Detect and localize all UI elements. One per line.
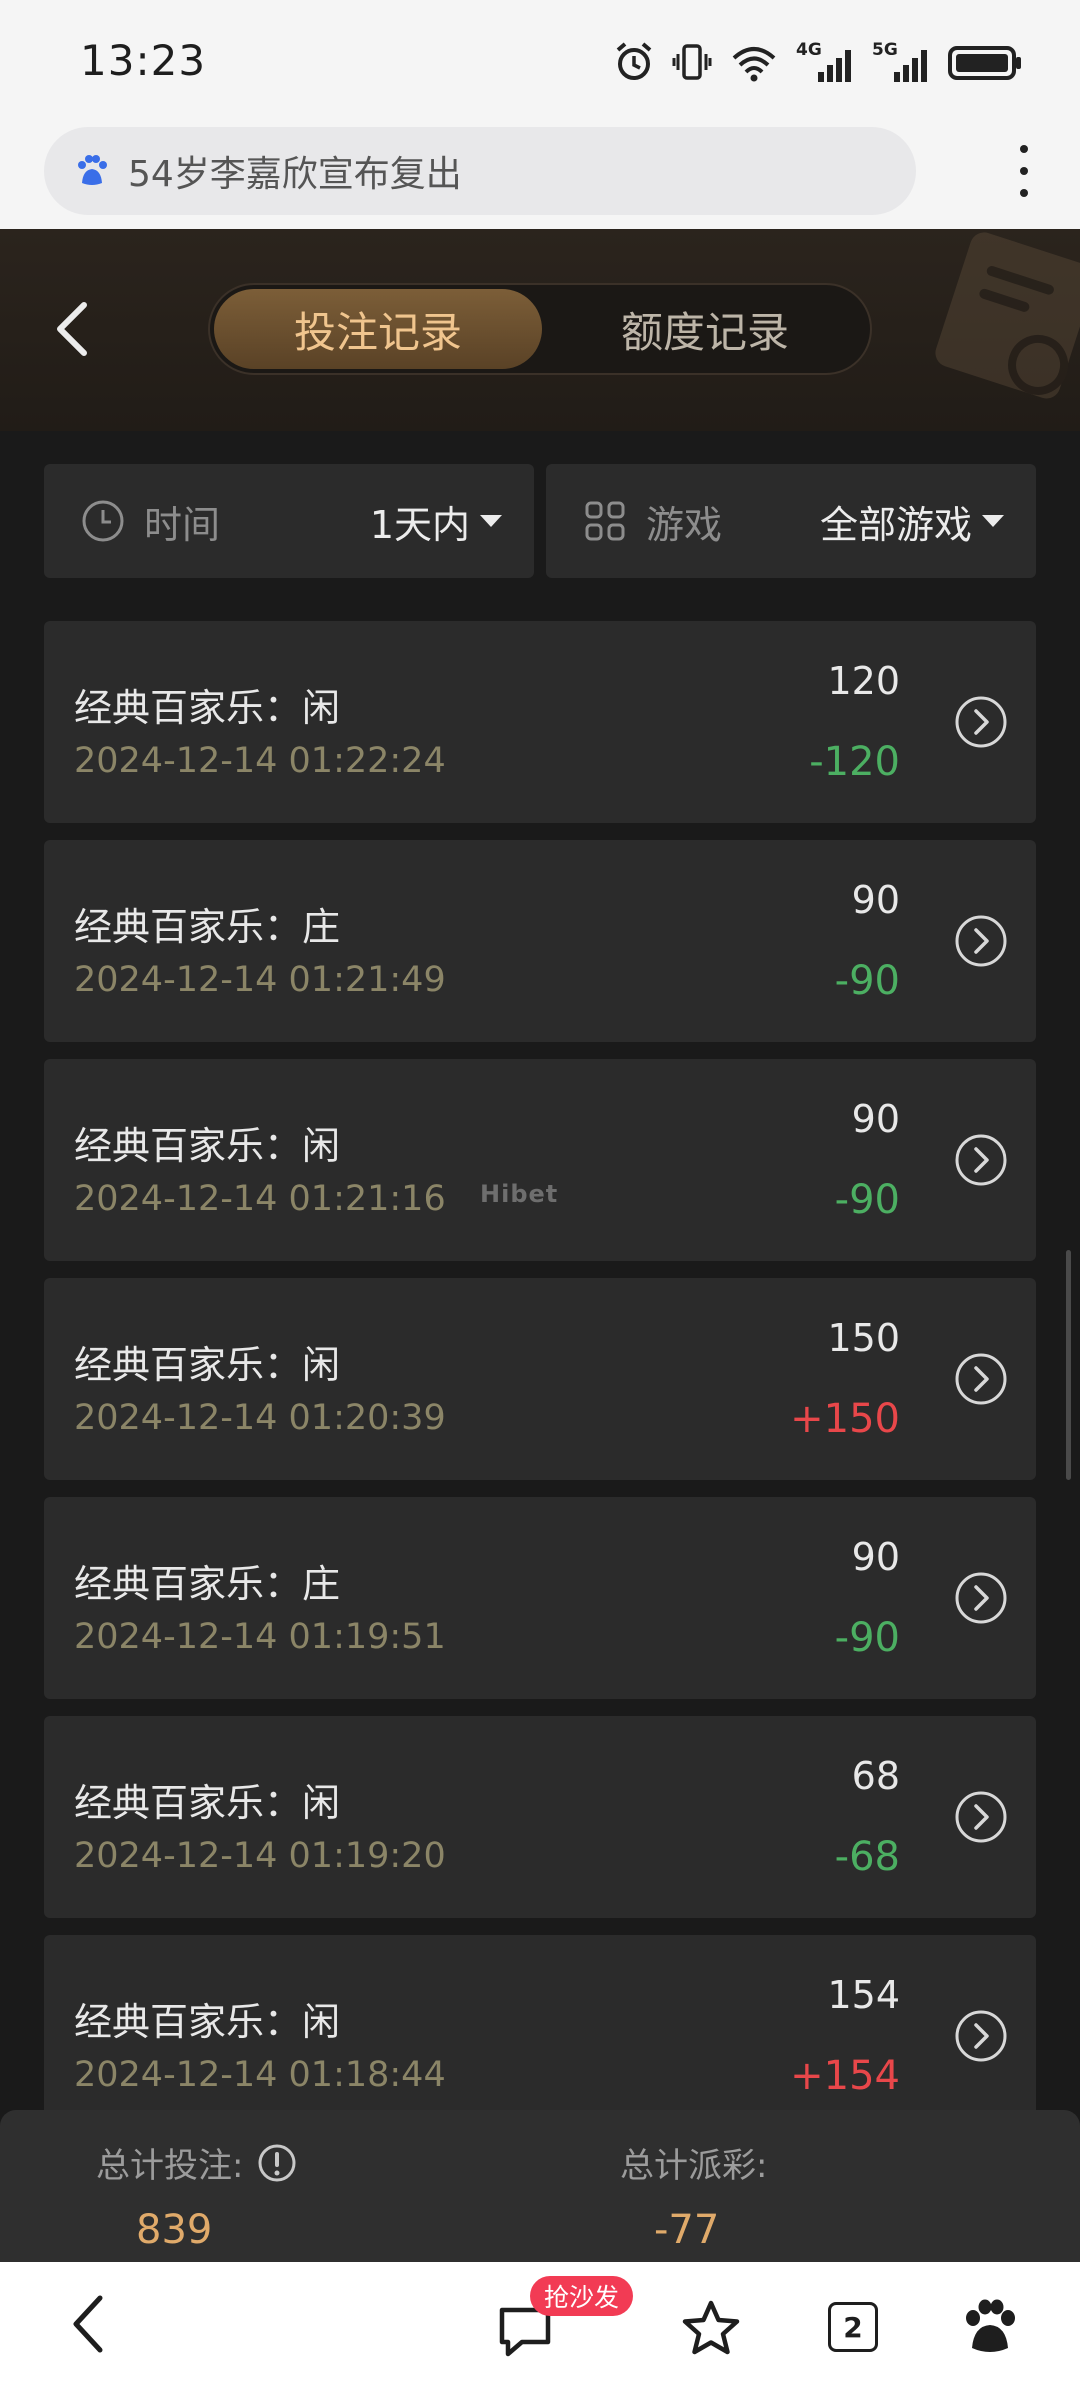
bet-record-row[interactable]: 经典百家乐：庄 2024-12-14 01:19:51 90 -90 [44, 1497, 1036, 1699]
browser-bottom-nav: 抢沙发 2 [0, 2262, 1080, 2388]
battery-icon [948, 46, 1021, 80]
record-payout: +150 [790, 1396, 900, 1442]
record-type-tabs: 投注记录 额度记录 [208, 283, 872, 375]
record-game-name: 经典百家乐：庄 [74, 905, 341, 949]
search-input[interactable]: 54岁李嘉欣宣布复出 [44, 127, 916, 215]
record-bet-amount: 90 [851, 1097, 900, 1141]
record-bet-amount: 90 [851, 878, 900, 922]
time-filter[interactable]: 时间 1天内 [44, 464, 534, 578]
chevron-right-circle-icon[interactable] [954, 695, 1008, 749]
record-game-name: 经典百家乐：闲 [74, 2000, 341, 2044]
wifi-icon [732, 47, 776, 82]
record-timestamp: 2024-12-14 01:20:39 [74, 1398, 446, 1438]
record-payout: -68 [834, 1834, 900, 1880]
bet-record-row[interactable]: 经典百家乐：闲 2024-12-14 01:22:24 120 -120 [44, 621, 1036, 823]
record-timestamp: 2024-12-14 01:21:16 [74, 1179, 446, 1219]
back-nav-icon[interactable] [68, 2292, 108, 2356]
record-bet-amount: 68 [851, 1754, 900, 1798]
bet-record-row[interactable]: 经典百家乐：闲 2024-12-14 01:20:39 150 +150 [44, 1278, 1036, 1480]
tab-bet-records[interactable]: 投注记录 [214, 289, 542, 369]
alarm-icon [616, 42, 652, 80]
signal-5g-icon: 5G [872, 40, 930, 84]
record-game-name: 经典百家乐：庄 [74, 1562, 341, 1606]
record-timestamp: 2024-12-14 01:22:24 [74, 741, 446, 781]
game-filter[interactable]: 游戏 全部游戏 [546, 464, 1036, 578]
record-payout: +154 [790, 2053, 900, 2099]
time-filter-label: 时间 [144, 502, 221, 547]
clock-icon [82, 500, 124, 542]
browser-address-bar: 54岁李嘉欣宣布复出 [0, 125, 1080, 229]
record-bet-amount: 150 [827, 1316, 900, 1360]
total-payout-value: -77 [654, 2207, 720, 2253]
record-game-name: 经典百家乐：闲 [74, 1781, 341, 1825]
summary-panel: 总计投注: 839 总计派彩: -77 [0, 2110, 1080, 2262]
status-icons: 4G 5G [614, 40, 1024, 84]
scrollbar[interactable] [1066, 1250, 1071, 1480]
game-filter-label: 游戏 [646, 502, 723, 547]
document-clock-decoration-icon [935, 232, 1080, 399]
chevron-right-circle-icon[interactable] [954, 2009, 1008, 2063]
record-game-name: 经典百家乐：闲 [74, 1343, 341, 1387]
signal-4g-icon: 4G [796, 40, 854, 84]
tabs-count-button[interactable]: 2 [828, 2302, 878, 2352]
tab-credit-records[interactable]: 额度记录 [540, 289, 870, 369]
baidu-paw-icon [78, 155, 107, 185]
back-icon[interactable] [50, 299, 94, 359]
grid-icon [585, 501, 625, 541]
game-filter-value: 全部游戏 [819, 502, 972, 547]
record-timestamp: 2024-12-14 01:19:20 [74, 1836, 446, 1876]
record-bet-amount: 154 [827, 1973, 900, 2017]
info-icon[interactable] [257, 2143, 297, 2183]
record-game-name: 经典百家乐：闲 [74, 686, 341, 730]
time-filter-value: 1天内 [369, 502, 470, 547]
star-icon[interactable] [680, 2298, 742, 2360]
search-text: 54岁李嘉欣宣布复出 [128, 154, 462, 195]
total-bet-label: 总计投注: [96, 2146, 244, 2186]
total-bet: 总计投注: 839 [96, 2138, 297, 2253]
chevron-right-circle-icon[interactable] [954, 914, 1008, 968]
total-bet-value: 839 [136, 2207, 213, 2253]
page-header: 投注记录 额度记录 [0, 229, 1080, 431]
record-timestamp: 2024-12-14 01:18:44 [74, 2055, 446, 2095]
record-payout: -120 [809, 739, 900, 785]
bet-record-row[interactable]: 经典百家乐：闲 2024-12-14 01:18:44 154 +154 [44, 1935, 1036, 2137]
bet-record-list: 经典百家乐：闲 2024-12-14 01:22:24 120 -120 经典百… [44, 621, 1036, 2154]
record-timestamp: 2024-12-14 01:19:51 [74, 1617, 446, 1657]
caret-down-icon [982, 515, 1004, 527]
chevron-right-circle-icon[interactable] [954, 1352, 1008, 1406]
comment-badge: 抢沙发 [530, 2276, 634, 2316]
record-bet-amount: 120 [827, 659, 900, 703]
bet-record-row[interactable]: 经典百家乐：闲 2024-12-14 01:19:20 68 -68 [44, 1716, 1036, 1918]
baidu-paw-icon[interactable] [962, 2298, 1018, 2356]
record-bet-amount: 90 [851, 1535, 900, 1579]
caret-down-icon [480, 515, 502, 527]
vibrate-icon [672, 44, 712, 80]
chevron-right-circle-icon[interactable] [954, 1571, 1008, 1625]
total-payout-label: 总计派彩: [620, 2146, 768, 2186]
total-payout: 总计派彩: -77 [620, 2138, 767, 2253]
record-timestamp: 2024-12-14 01:21:49 [74, 960, 446, 1000]
chevron-right-circle-icon[interactable] [954, 1133, 1008, 1187]
record-payout: -90 [834, 1177, 900, 1223]
status-bar: 13:23 4G 5G [0, 0, 1080, 125]
watermark: Hibet [480, 1180, 559, 1208]
status-time: 13:23 [80, 36, 207, 85]
record-game-name: 经典百家乐：闲 [74, 1124, 341, 1168]
bet-record-row[interactable]: 经典百家乐：庄 2024-12-14 01:21:49 90 -90 [44, 840, 1036, 1042]
bet-record-row[interactable]: 经典百家乐：闲 2024-12-14 01:21:16 90 -90 [44, 1059, 1036, 1261]
total-bet-label-row: 总计投注: [96, 2138, 297, 2187]
record-payout: -90 [834, 958, 900, 1004]
record-payout: -90 [834, 1615, 900, 1661]
more-vertical-icon[interactable] [1018, 145, 1030, 197]
chevron-right-circle-icon[interactable] [954, 1790, 1008, 1844]
